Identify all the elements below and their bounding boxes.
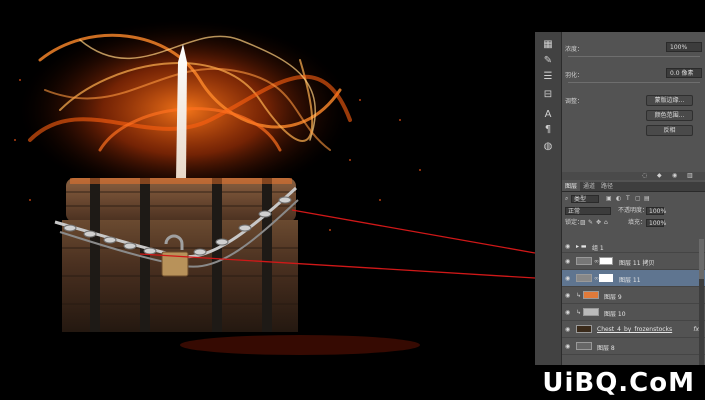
paragraph-icon[interactable]: ¶ — [541, 123, 555, 137]
layers-panel: 图层 通道 路径 ⌕ 类型 ▣ ◐ T ▢ ▤ 正常 不透明度： 100% 锁定… — [562, 182, 705, 365]
brush-preset-icon[interactable]: ✎ — [541, 54, 555, 68]
blend-mode-select[interactable]: 正常 — [565, 207, 611, 215]
filter-smart-icon[interactable]: ▤ — [644, 194, 650, 204]
load-selection-icon[interactable]: ◌ — [642, 172, 647, 180]
panel-icon-strip: ▦ ✎ ☰ ⊟ A ¶ ◍ — [535, 32, 562, 365]
layer-thumbnail — [576, 257, 592, 265]
filter-shape-icon[interactable]: ▢ — [635, 194, 641, 204]
filter-search-icon: ⌕ — [565, 195, 569, 202]
history-icon[interactable]: ▦ — [541, 38, 555, 52]
tab-channels[interactable]: 通道 — [580, 182, 598, 191]
layer-thumbnail — [583, 308, 599, 316]
3d-icon[interactable]: ◍ — [541, 140, 555, 154]
filter-adjust-icon[interactable]: ◐ — [616, 194, 621, 204]
layer-name: 图层 11 — [619, 277, 641, 284]
layer-row[interactable]: ◉ 图层 8 — [562, 338, 705, 355]
eye-icon[interactable]: ◉ — [565, 243, 570, 250]
group-arrow-icon[interactable]: ▸ ▬ — [576, 243, 587, 250]
fill-input[interactable]: 100% — [646, 219, 666, 227]
feather-label: 羽化： — [565, 72, 584, 79]
eye-icon[interactable]: ◉ — [565, 309, 570, 316]
layer-thumbnail — [583, 291, 599, 299]
layer-name: 图层 11 拷贝 — [619, 260, 655, 267]
clip-arrow-icon: ↳ — [576, 292, 582, 299]
layers-scrollbar[interactable] — [699, 239, 704, 365]
fill-label: 填充： — [628, 219, 647, 226]
feather-input[interactable]: 0.0 像素 — [666, 68, 702, 78]
filter-type-icon[interactable]: T — [626, 194, 630, 204]
layer-name: 图层 10 — [604, 311, 626, 318]
filter-pixel-icon[interactable]: ▣ — [606, 194, 612, 204]
eye-icon[interactable]: ◉ — [565, 258, 570, 265]
trash-icon[interactable]: ▥ — [687, 172, 693, 180]
layer-row-group[interactable]: ◉ ▸ ▬ 组 1 — [562, 239, 705, 253]
layer-row[interactable]: ◉ ↳ 图层 9 — [562, 287, 705, 304]
filter-row: ⌕ 类型 ▣ ◐ T ▢ ▤ — [562, 194, 705, 204]
layer-row[interactable]: ◉ Chest_4_by_frozenstocks fx — [562, 321, 705, 338]
layer-row-selected[interactable]: ◉ ∞ 图层 11 — [562, 270, 705, 287]
layer-name: 组 1 — [592, 245, 604, 252]
color-range-button[interactable]: 颜色范围... — [646, 110, 693, 121]
layer-row[interactable]: ◉ ↳ 图层 10 — [562, 304, 705, 321]
opacity-input[interactable]: 100% — [646, 207, 666, 215]
properties-footer: ◌ ◆ ◉ ▥ — [562, 172, 705, 180]
visibility-icon[interactable]: ◉ — [672, 172, 677, 180]
lock-position-icon[interactable]: ✥ — [596, 218, 601, 228]
lock-transparent-icon[interactable]: ▨ — [580, 218, 586, 228]
mask-edge-button[interactable]: 蒙版边缘... — [646, 95, 693, 106]
mask-thumbnail — [599, 257, 613, 265]
opacity-label: 不透明度： — [618, 207, 649, 214]
layers-tabs: 图层 通道 路径 — [562, 182, 705, 192]
layer-name: 图层 8 — [597, 345, 615, 352]
eye-icon[interactable]: ◉ — [565, 326, 570, 333]
eye-icon[interactable]: ◉ — [565, 343, 570, 350]
apply-mask-icon[interactable]: ◆ — [657, 172, 662, 180]
site-watermark: UiBQ.CoM — [542, 368, 695, 398]
photoshop-panels: ▦ ✎ ☰ ⊟ A ¶ ◍ 浓度： 100% 羽化： 0.0 像素 调整： 蒙版… — [535, 32, 705, 365]
character-icon[interactable]: A — [541, 108, 555, 122]
properties-panel: 浓度： 100% 羽化： 0.0 像素 调整： 蒙版边缘... 颜色范围... … — [562, 32, 705, 172]
density-label: 浓度： — [565, 46, 584, 53]
adjustments-icon[interactable]: ☰ — [541, 70, 555, 84]
filter-kind-select[interactable]: 类型 — [571, 195, 599, 203]
layer-name: Chest_4_by_frozenstocks — [597, 326, 673, 333]
density-input[interactable]: 100% — [666, 42, 702, 52]
lock-pixels-icon[interactable]: ✎ — [588, 218, 593, 228]
adjust-label: 调整： — [565, 98, 584, 105]
clone-source-icon[interactable]: ⊟ — [541, 88, 555, 102]
feather-slider[interactable] — [568, 82, 700, 83]
tab-paths[interactable]: 路径 — [598, 182, 616, 191]
clip-arrow-icon: ↳ — [576, 309, 582, 316]
lock-row: 锁定： ▨ ✎ ✥ ⌂ 填充： 100% — [562, 218, 705, 228]
eye-icon[interactable]: ◉ — [565, 275, 570, 282]
layer-name: 图层 9 — [604, 294, 622, 301]
lock-all-icon[interactable]: ⌂ — [604, 218, 608, 228]
chest-artwork — [0, 0, 535, 365]
eye-icon[interactable]: ◉ — [565, 292, 570, 299]
layer-row[interactable]: ◉ ∞ 图层 11 拷贝 — [562, 253, 705, 270]
invert-button[interactable]: 反相 — [646, 125, 693, 136]
artwork-canvas[interactable] — [0, 0, 535, 365]
layer-thumbnail — [576, 325, 592, 333]
layer-thumbnail — [576, 274, 592, 282]
scroll-thumb[interactable] — [699, 239, 704, 279]
density-slider[interactable] — [568, 56, 700, 57]
mask-thumbnail — [599, 274, 613, 282]
layer-thumbnail — [576, 342, 592, 350]
blend-row: 正常 不透明度： 100% — [562, 206, 705, 216]
tab-layers[interactable]: 图层 — [562, 182, 581, 191]
